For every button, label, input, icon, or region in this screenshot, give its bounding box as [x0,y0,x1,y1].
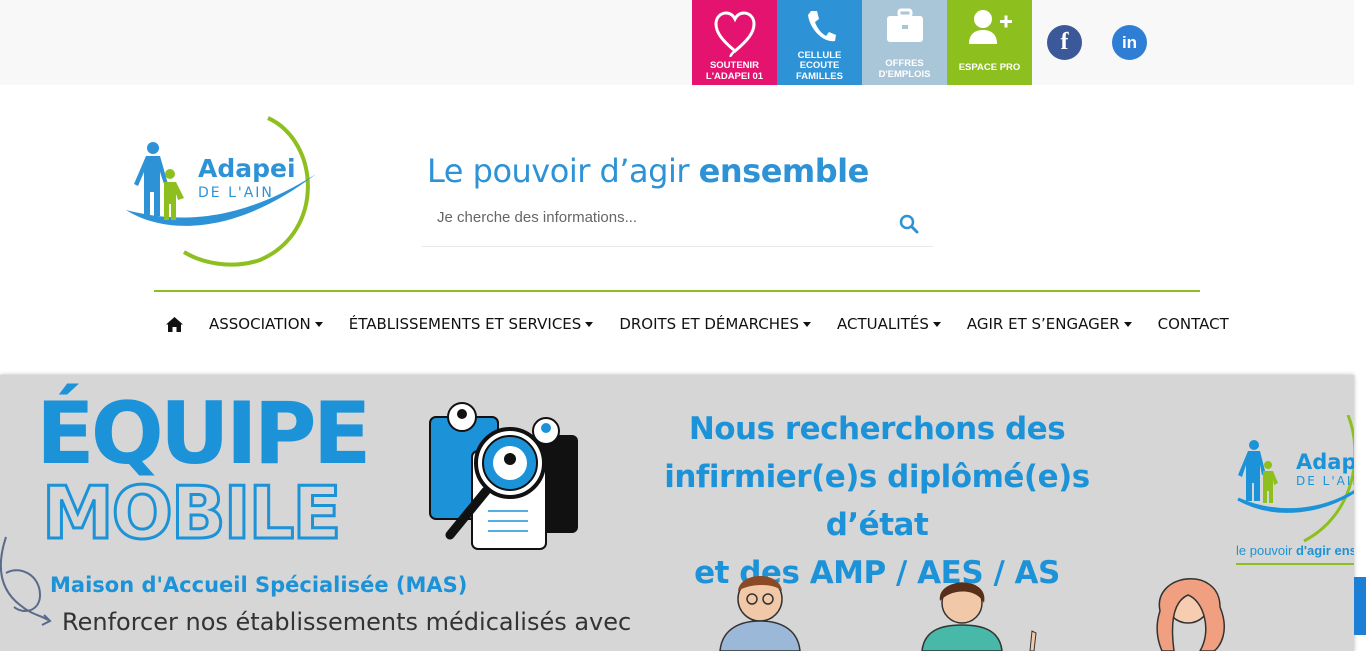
phone-icon [807,11,836,42]
scroll-to-top-button[interactable] [1354,577,1366,635]
logo[interactable]: Adapei DE L'AIN [120,112,330,267]
pro-space-tile[interactable]: ESPACE PRO [947,0,1032,85]
nav-item-contact[interactable]: CONTACT [1158,315,1229,333]
banner-headline: Nous recherchons des infirmier(e)s diplô… [610,405,1144,597]
headline-line: infirmier(e)s diplômé(e)s d’état [664,459,1090,543]
nav-item-association[interactable]: ASSOCIATION [209,315,323,333]
nurses-illustration [719,576,1225,651]
top-bar [0,0,1354,85]
nav-item-engage[interactable]: AGIR ET S’ENGAGER [967,315,1132,333]
headline-line: Nous recherchons des [688,411,1066,447]
home-icon[interactable] [165,316,184,333]
recruitment-illustration [429,402,578,550]
banner-text: Renforcer nos établissements médicalisés… [62,608,632,636]
search-bar [422,200,933,247]
banner-slogan-underline [1236,563,1354,565]
job-offers-tile[interactable]: OFFRES D'EMPLOIS [862,0,947,85]
chevron-down-icon [932,321,941,327]
search-icon[interactable] [899,214,919,234]
linkedin-icon[interactable]: in [1112,25,1147,60]
facebook-icon[interactable]: f [1047,25,1082,60]
heart-icon [713,11,756,57]
nav-divider [154,290,1200,292]
tagline: Le pouvoir d’agir ensemble [427,152,869,190]
nav-item-establishments[interactable]: ÉTABLISSEMENTS ET SERVICES [349,315,594,333]
job-offers-label: OFFRES D'EMPLOIS [878,58,931,80]
tagline-bold: ensemble [698,152,870,190]
logo-sub: DE L'AIN [198,185,274,201]
nav-label: ACTUALITÉS [837,315,929,333]
search-input[interactable] [422,200,882,234]
family-listening-label: CELLULE ECOUTE FAMILLES [796,49,843,82]
nav-label: DROITS ET DÉMARCHES [619,315,800,333]
nav-label: ASSOCIATION [209,315,311,333]
banner-title-outline: MOBILE [41,471,344,555]
logo-name: Adapei [198,154,296,183]
chevron-down-icon [1123,321,1132,327]
banner-title: ÉQUIPE [36,384,371,484]
user-plus-icon [968,10,1012,44]
pro-space-label: ESPACE PRO [958,61,1021,73]
banner-subtitle: Maison d'Accueil Spécialisée (MAS) [50,573,468,597]
family-listening-tile[interactable]: CELLULE ECOUTE FAMILLES [777,0,862,85]
nav-label: CONTACT [1157,315,1229,333]
nav-label: AGIR ET S’ENGAGER [966,315,1120,333]
facebook-glyph: f [1060,29,1069,55]
tagline-regular: Le pouvoir d’agir [427,152,699,190]
main-nav: ASSOCIATION ÉTABLISSEMENTS ET SERVICES D… [165,312,1229,336]
nav-label: ÉTABLISSEMENTS ET SERVICES [348,315,582,333]
chevron-down-icon [314,321,323,327]
banner-logo-sub: DE L'AIN [1296,474,1354,488]
nav-item-news[interactable]: ACTUALITÉS [837,315,941,333]
banner-logo-slogan: le pouvoir d'agir ens [1236,543,1354,558]
banner-slogan-regular: le pouvoir [1236,543,1296,558]
chevron-down-icon [585,321,594,327]
support-tile[interactable]: SOUTENIR L'ADAPEI 01 [692,0,777,85]
banner-logo-name: Adapei [1296,450,1354,474]
linkedin-glyph: in [1121,32,1138,52]
briefcase-icon [886,8,923,42]
hero-banner[interactable]: ÉQUIPE MOBILE Nous recherchons des infir… [0,375,1354,651]
nav-item-rights[interactable]: DROITS ET DÉMARCHES [619,315,812,333]
banner-slogan-bold: d'agir ens [1295,543,1354,558]
support-label: SOUTENIR L'ADAPEI 01 [705,60,764,82]
chevron-down-icon [803,321,812,327]
